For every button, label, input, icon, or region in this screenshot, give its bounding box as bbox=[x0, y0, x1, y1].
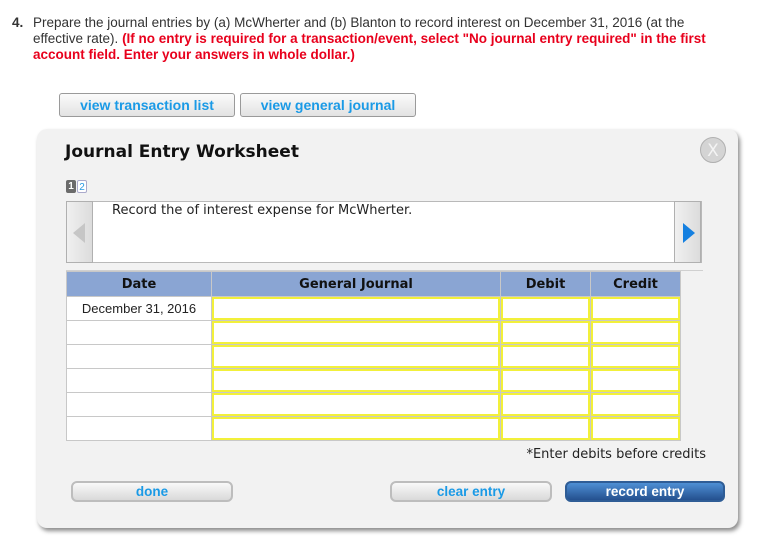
question-text-block: Prepare the journal entries by (a) McWhe… bbox=[33, 15, 732, 63]
date-cell bbox=[66, 392, 212, 417]
account-input[interactable] bbox=[212, 321, 500, 344]
account-input[interactable] bbox=[212, 297, 500, 320]
question-instruction: (If no entry is required for a transacti… bbox=[33, 31, 706, 62]
account-input[interactable] bbox=[212, 369, 500, 392]
question-number: 4. bbox=[12, 15, 24, 30]
account-input[interactable] bbox=[212, 417, 500, 440]
column-header-credit: Credit bbox=[590, 271, 681, 297]
page-2-tab[interactable]: 2 bbox=[77, 180, 87, 193]
credit-input[interactable] bbox=[591, 321, 680, 344]
clear-entry-button[interactable]: clear entry bbox=[390, 481, 552, 502]
table-header-row: Date General Journal Debit Credit bbox=[66, 271, 681, 297]
date-cell bbox=[66, 416, 212, 441]
table-row bbox=[66, 392, 681, 417]
table-row bbox=[66, 344, 681, 369]
debit-input[interactable] bbox=[501, 393, 590, 416]
credit-input[interactable] bbox=[591, 345, 680, 368]
page-indicator: 12 bbox=[66, 180, 88, 198]
table-row bbox=[66, 416, 681, 441]
journal-table: Date General Journal Debit Credit Decemb… bbox=[66, 271, 681, 441]
page-1-tab[interactable]: 1 bbox=[66, 180, 76, 193]
debit-input[interactable] bbox=[501, 345, 590, 368]
previous-button[interactable] bbox=[66, 201, 93, 263]
debit-input[interactable] bbox=[501, 297, 590, 320]
arrow-left-icon bbox=[73, 223, 85, 243]
column-header-date: Date bbox=[66, 271, 212, 297]
debit-input[interactable] bbox=[501, 417, 590, 440]
debit-input[interactable] bbox=[501, 369, 590, 392]
done-button[interactable]: done bbox=[71, 481, 233, 502]
arrow-right-icon bbox=[683, 223, 695, 243]
view-general-journal-button[interactable]: view general journal bbox=[240, 93, 416, 117]
table-row bbox=[66, 368, 681, 393]
credit-input[interactable] bbox=[591, 417, 680, 440]
worksheet-title: Journal Entry Worksheet bbox=[65, 142, 299, 162]
credit-input[interactable] bbox=[591, 393, 680, 416]
question: 4. Prepare the journal entries by (a) Mc… bbox=[12, 15, 732, 63]
next-button[interactable] bbox=[674, 201, 701, 263]
date-cell: December 31, 2016 bbox=[66, 296, 212, 321]
credit-input[interactable] bbox=[591, 297, 680, 320]
date-cell bbox=[66, 344, 212, 369]
date-cell bbox=[66, 368, 212, 393]
close-icon[interactable]: X bbox=[700, 137, 726, 163]
date-cell bbox=[66, 320, 212, 345]
credit-input[interactable] bbox=[591, 369, 680, 392]
debits-before-credits-note: *Enter debits before credits bbox=[526, 447, 706, 462]
column-header-debit: Debit bbox=[500, 271, 591, 297]
table-row: December 31, 2016 bbox=[66, 296, 681, 321]
table-row bbox=[66, 320, 681, 345]
account-input[interactable] bbox=[212, 393, 500, 416]
transaction-description: Record the of interest expense for McWhe… bbox=[112, 203, 413, 218]
record-entry-button[interactable]: record entry bbox=[565, 481, 725, 502]
column-header-general-journal: General Journal bbox=[211, 271, 501, 297]
account-input[interactable] bbox=[212, 345, 500, 368]
view-transaction-list-button[interactable]: view transaction list bbox=[59, 93, 235, 117]
debit-input[interactable] bbox=[501, 321, 590, 344]
journal-entry-worksheet-panel: Journal Entry Worksheet X 12 Record the … bbox=[37, 129, 738, 528]
